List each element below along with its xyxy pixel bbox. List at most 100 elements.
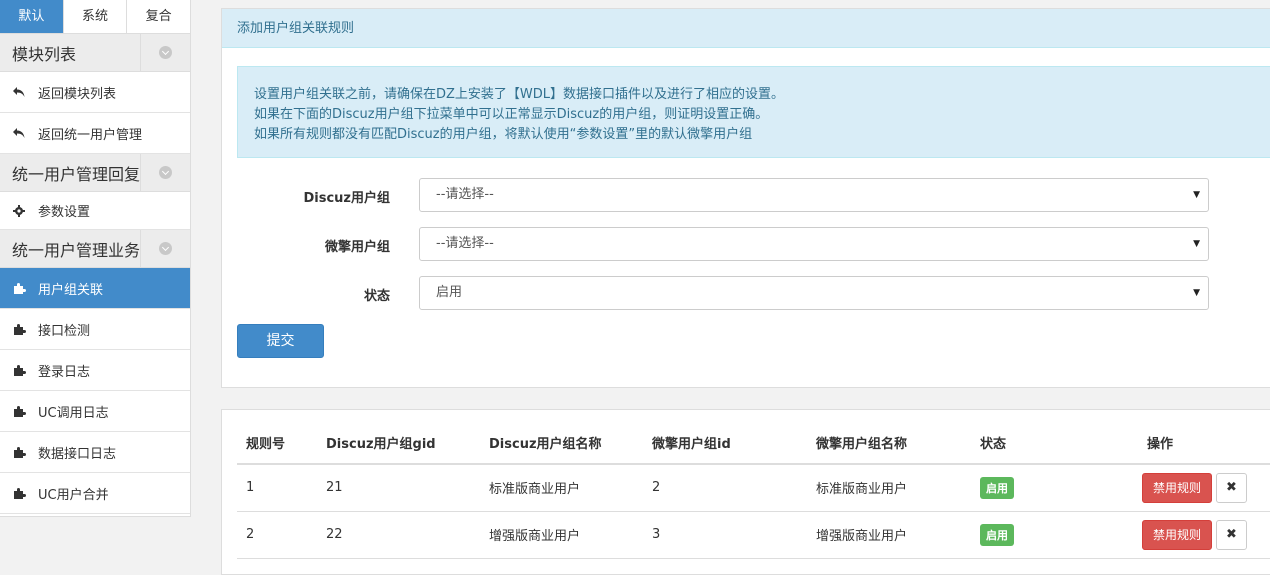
sidebar-item-label: 接口检测 (38, 323, 91, 339)
status-select[interactable]: 启用 ▼ (419, 276, 1209, 310)
sidebar-item-label: UC调用日志 (38, 405, 109, 421)
sidebar: 默认 系统 复合 模块列表 返回模块列表 返回统一用户管理 统一用户管理回复 参… (0, 0, 191, 517)
column-header: Discuz用户组gid (317, 422, 480, 465)
collapse-toggle[interactable] (140, 34, 190, 71)
select-value: 启用 (436, 285, 463, 300)
rule-id-cell: 2 (237, 511, 317, 559)
form-row-discuz-group: Discuz用户组 --请选择-- ▼ (222, 178, 1270, 212)
we-name-cell: 增强版商业用户 (807, 511, 971, 559)
discuz-name-cell: 增强版商业用户 (480, 511, 643, 559)
we-group-select[interactable]: --请选择-- ▼ (419, 227, 1209, 261)
table-row: 1 21 标准版商业用户 2 标准版商业用户 启用 禁用规则 ✖ (237, 464, 1270, 512)
select-value: --请选择-- (436, 187, 494, 202)
section-header-module-list[interactable]: 模块列表 (0, 34, 190, 72)
sidebar-item-back-module-list[interactable]: 返回模块列表 (0, 72, 190, 113)
column-header: 规则号 (237, 422, 317, 465)
section-header-business[interactable]: 统一用户管理业务 (0, 230, 190, 268)
puzzle-icon (12, 445, 26, 459)
puzzle-icon (12, 281, 26, 295)
actions-cell: 禁用规则 ✖ (1138, 464, 1270, 512)
sidebar-item-label: 返回模块列表 (38, 86, 117, 102)
we-id-cell: 2 (643, 464, 807, 512)
field-label: Discuz用户组 (303, 191, 390, 206)
collapse-toggle[interactable] (140, 154, 190, 191)
section-title: 统一用户管理回复 (12, 164, 141, 184)
we-id-cell: 3 (643, 511, 807, 559)
panel-heading: 添加用户组关联规则 (222, 9, 1270, 48)
column-header: 微擎用户组id (643, 422, 807, 465)
puzzle-icon (12, 486, 26, 500)
sidebar-item-user-group-link[interactable]: 用户组关联 (0, 268, 190, 309)
reply-icon (12, 126, 26, 140)
sidebar-tabs: 默认 系统 复合 (0, 0, 191, 34)
form-row-we-group: 微擎用户组 --请选择-- ▼ (222, 227, 1270, 261)
delete-rule-button[interactable]: ✖ (1216, 519, 1247, 550)
caret-down-icon: ▼ (1193, 190, 1200, 200)
actions-cell: 禁用规则 ✖ (1138, 511, 1270, 559)
close-icon: ✖ (1226, 479, 1237, 495)
tab-system[interactable]: 系统 (63, 0, 128, 33)
sidebar-item-label: 数据接口日志 (38, 446, 117, 462)
status-cell: 启用 (971, 511, 1138, 559)
rules-table: 规则号 Discuz用户组gid Discuz用户组名称 微擎用户组id 微擎用… (237, 422, 1270, 559)
status-cell: 启用 (971, 464, 1138, 512)
sidebar-item-uc-merge[interactable]: UC用户合并 (0, 473, 190, 514)
table-header-row: 规则号 Discuz用户组gid Discuz用户组名称 微擎用户组id 微擎用… (237, 422, 1270, 465)
puzzle-icon (12, 322, 26, 336)
table-row: 2 22 增强版商业用户 3 增强版商业用户 启用 禁用规则 ✖ (237, 511, 1270, 559)
caret-down-icon: ▼ (1193, 288, 1200, 298)
field-label: 状态 (363, 289, 390, 304)
discuz-name-cell: 标准版商业用户 (480, 464, 643, 512)
info-line: 如果所有规则都没有匹配Discuz的用户组，将默认使用“参数设置”里的默认微擎用… (254, 127, 753, 142)
sidebar-item-label: 参数设置 (38, 205, 91, 220)
disable-rule-button[interactable]: 禁用规则 (1142, 472, 1212, 503)
sidebar-item-settings[interactable]: 参数设置 (0, 192, 190, 230)
delete-rule-button[interactable]: ✖ (1216, 472, 1247, 503)
sidebar-item-label: 用户组关联 (38, 282, 104, 298)
column-header: Discuz用户组名称 (480, 422, 643, 465)
rules-panel: 规则号 Discuz用户组gid Discuz用户组名称 微擎用户组id 微擎用… (221, 409, 1270, 575)
chevron-down-icon (159, 46, 172, 59)
sidebar-item-api-check[interactable]: 接口检测 (0, 309, 190, 350)
reply-icon (12, 85, 26, 99)
discuz-gid-cell: 22 (317, 511, 480, 559)
section-title: 统一用户管理业务 (12, 240, 141, 260)
sidebar-item-label: 返回统一用户管理 (38, 127, 143, 143)
info-line: 设置用户组关联之前，请确保在DZ上安装了【WDL】数据接口插件以及进行了相应的设… (254, 87, 785, 102)
caret-down-icon: ▼ (1193, 239, 1200, 249)
close-icon: ✖ (1226, 526, 1237, 542)
gear-icon (12, 204, 26, 218)
sidebar-item-back-user-management[interactable]: 返回统一用户管理 (0, 113, 190, 154)
discuz-group-select[interactable]: --请选择-- ▼ (419, 178, 1209, 212)
disable-rule-button[interactable]: 禁用规则 (1142, 519, 1212, 550)
status-badge: 启用 (980, 523, 1014, 546)
puzzle-icon (12, 363, 26, 377)
discuz-gid-cell: 21 (317, 464, 480, 512)
column-header: 操作 (1138, 422, 1270, 465)
status-badge: 启用 (980, 476, 1014, 499)
chevron-down-icon (159, 242, 172, 255)
sidebar-item-data-api-log[interactable]: 数据接口日志 (0, 432, 190, 473)
sidebar-item-label: 登录日志 (38, 364, 91, 380)
info-line: 如果在下面的Discuz用户组下拉菜单中可以正常显示Discuz的用户组，则证明… (254, 107, 769, 122)
tab-default[interactable]: 默认 (0, 0, 64, 33)
chevron-down-icon (159, 166, 172, 179)
submit-button[interactable]: 提交 (237, 324, 324, 358)
section-title: 模块列表 (12, 44, 77, 64)
collapse-toggle[interactable] (140, 230, 190, 267)
sidebar-item-uc-call-log[interactable]: UC调用日志 (0, 391, 190, 432)
rule-id-cell: 1 (237, 464, 317, 512)
info-alert: 设置用户组关联之前，请确保在DZ上安装了【WDL】数据接口插件以及进行了相应的设… (237, 66, 1270, 158)
column-header: 状态 (971, 422, 1138, 465)
we-name-cell: 标准版商业用户 (807, 464, 971, 512)
section-header-reply[interactable]: 统一用户管理回复 (0, 154, 190, 192)
sidebar-item-login-log[interactable]: 登录日志 (0, 350, 190, 391)
puzzle-icon (12, 404, 26, 418)
column-header: 微擎用户组名称 (807, 422, 971, 465)
add-rule-panel: 添加用户组关联规则 设置用户组关联之前，请确保在DZ上安装了【WDL】数据接口插… (221, 8, 1270, 388)
select-value: --请选择-- (436, 236, 494, 251)
field-label: 微擎用户组 (324, 240, 390, 255)
sidebar-item-label: UC用户合并 (38, 487, 109, 503)
tab-composite[interactable]: 复合 (127, 0, 191, 33)
form-row-status: 状态 启用 ▼ (222, 276, 1270, 310)
